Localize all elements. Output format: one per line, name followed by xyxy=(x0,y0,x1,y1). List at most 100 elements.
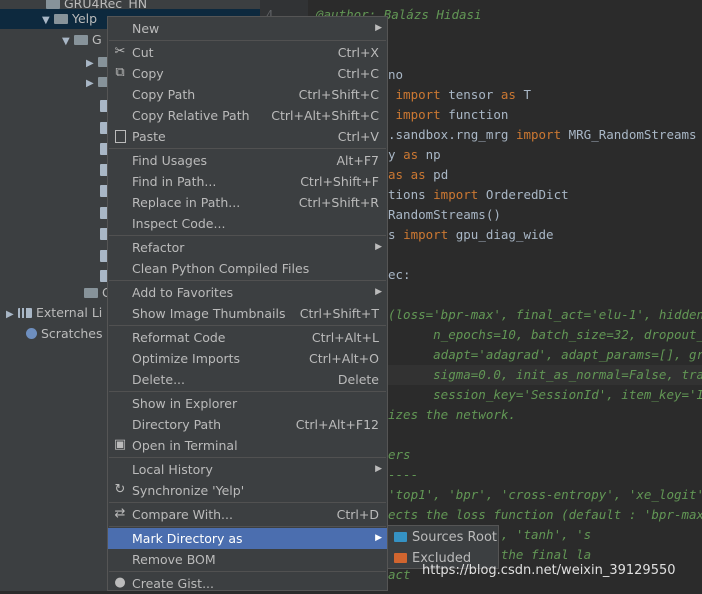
menu-item-add-to-favorites[interactable]: Add to Favorites ▶ xyxy=(108,282,387,303)
code-text: import function xyxy=(395,107,509,122)
code-text: ers xyxy=(388,447,411,462)
submenu-arrow-icon: ▶ xyxy=(375,23,382,33)
code-line: .sandbox.rng_mrg import MRG_RandomStream… xyxy=(388,125,697,145)
terminal-icon: ▣ xyxy=(113,437,127,452)
menu-item-local-history[interactable]: Local History ▶ xyxy=(108,459,387,480)
tree-node-label: External Li xyxy=(36,305,103,320)
menu-item-find-usages[interactable]: Find Usages Alt+F7 xyxy=(108,150,387,171)
menu-item-copy-path[interactable]: Copy Path Ctrl+Shift+C xyxy=(108,84,387,105)
menu-item-optimize-imports[interactable]: Optimize Imports Ctrl+Alt+O xyxy=(108,348,387,369)
excluded-folder-icon xyxy=(394,553,407,563)
menu-separator xyxy=(109,148,386,149)
code-line: s import gpu_diag_wide xyxy=(388,225,554,245)
library-icon xyxy=(18,308,32,318)
submenu-arrow-icon: ▶ xyxy=(375,287,382,297)
menu-item-reformat-code[interactable]: Reformat Code Ctrl+Alt+L xyxy=(108,327,387,348)
tree-node-label: Scratches a xyxy=(41,326,115,341)
code-line: session_key='SessionId', item_key='Ite xyxy=(388,385,702,405)
menu-item-shortcut: Ctrl+Alt+Shift+C xyxy=(271,108,379,123)
menu-item-show-image-thumbnails[interactable]: Show Image Thumbnails Ctrl+Shift+T xyxy=(108,303,387,324)
code-text: sigma=0.0, init_as_normal=False, train xyxy=(388,367,702,382)
sync-icon: ↻ xyxy=(114,482,126,497)
code-line: as as pd xyxy=(388,165,448,185)
code-text: tions import OrderedDict xyxy=(388,187,569,202)
expand-right-icon[interactable]: ▶ xyxy=(86,74,98,94)
menu-item-label: Show Image Thumbnails xyxy=(132,306,286,321)
menu-separator xyxy=(109,526,386,527)
code-line: adapt='adagrad', adapt_params=[], grad xyxy=(388,345,702,365)
submenu-arrow-icon: ▶ xyxy=(375,464,382,474)
code-text: ects the loss function (default : 'bpr-m… xyxy=(388,507,702,522)
menu-item-label: Inspect Code... xyxy=(132,216,226,231)
menu-item-paste[interactable]: Paste Ctrl+V xyxy=(108,126,387,147)
code-line: 'top1', 'bpr', 'cross-entropy', 'xe_logi… xyxy=(388,485,702,505)
folder-icon xyxy=(74,35,88,45)
menu-item-remove-bom[interactable]: Remove BOM xyxy=(108,549,387,570)
menu-item-shortcut: Ctrl+C xyxy=(337,66,379,81)
code-text: adapt='adagrad', adapt_params=[], grad xyxy=(388,347,702,362)
expand-right-icon[interactable]: ▶ xyxy=(86,54,98,74)
code-line: (loss='bpr-max', final_act='elu-1', hidd… xyxy=(388,305,702,325)
menu-separator xyxy=(109,40,386,41)
menu-item-label: Find Usages xyxy=(132,153,208,168)
expand-down-icon[interactable]: ▼ xyxy=(62,32,74,52)
menu-separator xyxy=(109,280,386,281)
menu-item-shortcut: Ctrl+Shift+R xyxy=(298,195,379,210)
menu-item-shortcut: Delete xyxy=(337,372,379,387)
menu-separator xyxy=(109,457,386,458)
watermark: https://blog.csdn.net/weixin_39129550 xyxy=(422,563,676,578)
menu-item-shortcut: Ctrl+Alt+F12 xyxy=(295,417,379,432)
code-text: .sandbox.rng_mrg import MRG_RandomStream… xyxy=(388,127,697,142)
code-line: y as np xyxy=(388,145,441,165)
menu-item-label: Copy Path xyxy=(132,87,196,102)
code-line: import function xyxy=(388,105,509,125)
code-text: act xyxy=(388,567,411,582)
menu-item-clean-python-compiled-files[interactable]: Clean Python Compiled Files xyxy=(108,258,387,279)
menu-item-label: Clean Python Compiled Files xyxy=(132,261,310,276)
menu-item-label: Directory Path xyxy=(132,417,222,432)
paste-icon xyxy=(115,130,126,143)
expand-down-icon[interactable]: ▼ xyxy=(42,11,54,31)
menu-item-refactor[interactable]: Refactor ▶ xyxy=(108,237,387,258)
menu-item-directory-path[interactable]: Directory Path Ctrl+Alt+F12 xyxy=(108,414,387,435)
context-menu: New ▶ ✂ Cut Ctrl+X ⧉ Copy Ctrl+C Copy Path Ctrl+S… xyxy=(107,16,388,591)
menu-item-mark-directory-as[interactable]: Mark Directory as ▶ xyxy=(108,528,387,549)
menu-item-find-in-path[interactable]: Find in Path... Ctrl+Shift+F xyxy=(108,171,387,192)
menu-item-delete[interactable]: Delete... Delete xyxy=(108,369,387,390)
menu-item-copy[interactable]: ⧉ Copy Ctrl+C xyxy=(108,63,387,84)
menu-item-copy-relative-path[interactable]: Copy Relative Path Ctrl+Alt+Shift+C xyxy=(108,105,387,126)
sources-root-folder-icon xyxy=(394,532,407,542)
code-line: izes the network. xyxy=(388,405,516,425)
code-line: sigma=0.0, init_as_normal=False, train xyxy=(388,365,702,385)
menu-item-synchronize-yelp[interactable]: ↻ Synchronize 'Yelp' xyxy=(108,480,387,501)
menu-item-replace-in-path[interactable]: Replace in Path... Ctrl+Shift+R xyxy=(108,192,387,213)
menu-item-shortcut: Ctrl+V xyxy=(337,129,379,144)
code-text: as as pd xyxy=(388,167,449,182)
expand-right-icon[interactable]: ▶ xyxy=(6,305,18,325)
scratches-icon xyxy=(26,328,37,339)
menu-item-cut[interactable]: ✂ Cut Ctrl+X xyxy=(108,42,387,63)
code-line: ers xyxy=(388,445,411,465)
code-line: ---- xyxy=(388,465,418,485)
menu-item-shortcut: Ctrl+Alt+O xyxy=(309,351,379,366)
menu-item-shortcut: Ctrl+D xyxy=(336,507,379,522)
github-icon: ● xyxy=(114,575,126,590)
submenu-item-sources-root[interactable]: Sources Root xyxy=(388,527,498,548)
menu-item-label: Mark Directory as xyxy=(132,531,243,546)
code-line: tions import OrderedDict xyxy=(388,185,569,205)
menu-item-inspect-code[interactable]: Inspect Code... xyxy=(108,213,387,234)
submenu-arrow-icon: ▶ xyxy=(375,242,382,252)
menu-item-label: Reformat Code xyxy=(132,330,226,345)
menu-item-compare-with[interactable]: ⇄ Compare With... Ctrl+D xyxy=(108,504,387,525)
menu-item-label: Replace in Path... xyxy=(132,195,241,210)
menu-item-shortcut: Ctrl+Alt+L xyxy=(311,330,379,345)
menu-item-label: Optimize Imports xyxy=(132,351,241,366)
code-text: (loss='bpr-max', final_act='elu-1', hidd… xyxy=(388,307,702,322)
menu-item-new[interactable]: New ▶ xyxy=(108,18,387,39)
menu-item-label: Refactor xyxy=(132,240,185,255)
folder-icon xyxy=(84,288,98,298)
tree-node-label: Yelp xyxy=(72,11,98,26)
menu-item-show-in-explorer[interactable]: Show in Explorer xyxy=(108,393,387,414)
menu-item-open-in-terminal[interactable]: ▣ Open in Terminal xyxy=(108,435,387,456)
folder-icon xyxy=(46,0,60,9)
